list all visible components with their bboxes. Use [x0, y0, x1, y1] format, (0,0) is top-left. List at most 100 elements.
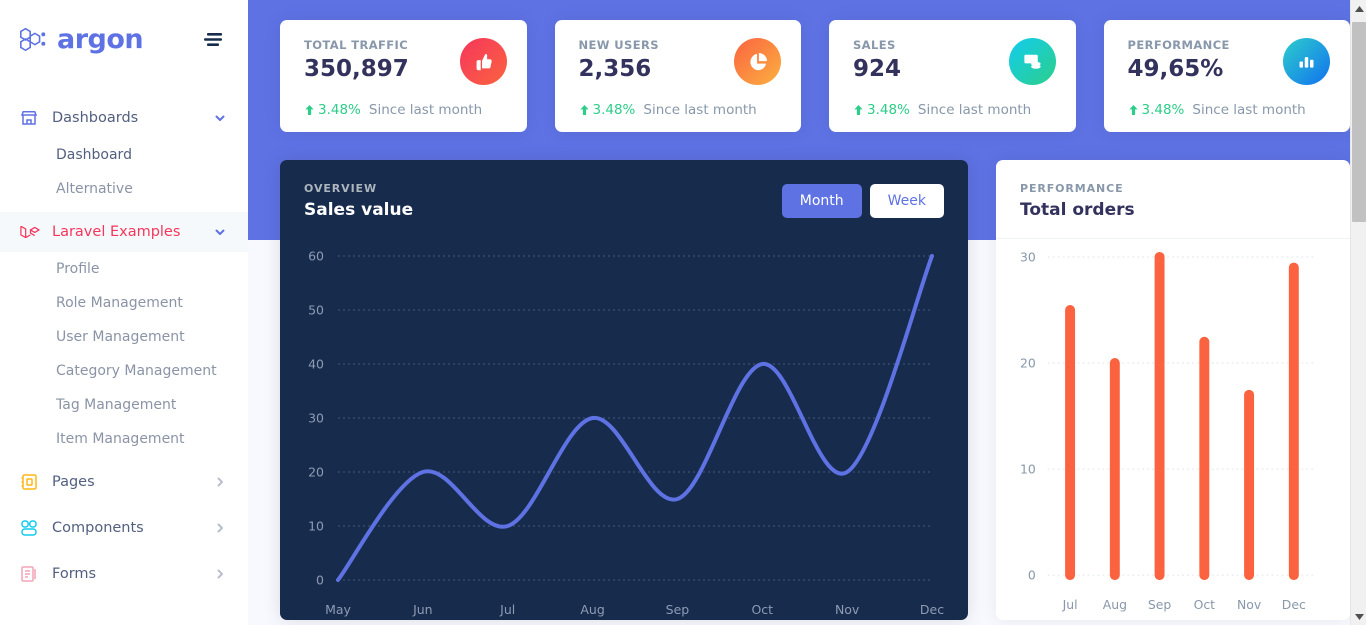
orders-card-heading: PERFORMANCE Total orders: [1020, 182, 1135, 220]
stat-card-total-traffic: TOTAL TRAFFIC 350,897 3.48% Since last m…: [280, 20, 527, 132]
scrollbar-thumb[interactable]: [1352, 22, 1366, 222]
stat-card-footer: 3.48% Since last month: [304, 102, 507, 118]
dashboard-page: argon Dashboards Dashboard Alternative L…: [0, 0, 1366, 625]
stat-card-period: Since last month: [917, 102, 1032, 118]
arrow-up-icon: [854, 105, 863, 115]
chart-card-row: OVERVIEW Sales value Month Week 0 10 20 30 4…: [280, 160, 1350, 620]
svg-text:Jul: Jul: [1062, 597, 1078, 612]
stat-card-delta: 3.48%: [853, 102, 910, 118]
svg-text:Jun: Jun: [412, 602, 433, 617]
arrow-up-icon: [305, 105, 314, 115]
stat-card-period: Since last month: [1192, 102, 1306, 118]
stat-card-delta-value: 3.48%: [867, 102, 910, 118]
svg-text:Oct: Oct: [751, 602, 773, 617]
stat-card-text: TOTAL TRAFFIC 350,897: [304, 38, 409, 82]
week-toggle-button[interactable]: Week: [869, 184, 944, 218]
chevron-right-icon[interactable]: [214, 476, 226, 488]
month-toggle-button[interactable]: Month: [781, 184, 862, 218]
bar-chart-icon: [1283, 38, 1330, 85]
content-wrapper: TOTAL TRAFFIC 350,897 3.48% Since last m…: [248, 0, 1366, 620]
sidebar-subitem-tag-management[interactable]: Tag Management: [0, 388, 248, 422]
stat-card-delta-value: 3.48%: [1141, 102, 1185, 118]
chevron-right-icon[interactable]: [214, 568, 226, 580]
arrow-up-icon: [1128, 105, 1138, 115]
scroll-up-arrow-icon[interactable]: [1351, 0, 1366, 17]
sidebar-subitem-label: Profile: [56, 261, 100, 277]
stat-card-performance: PERFORMANCE 49,65% 3.48% Since last mont…: [1103, 20, 1350, 132]
brand-name: argon: [57, 23, 144, 55]
stat-card-delta-value: 3.48%: [318, 102, 361, 118]
sidebar-subitem-alternative[interactable]: Alternative: [0, 172, 248, 206]
svg-text:Dec: Dec: [1282, 597, 1306, 612]
svg-text:0: 0: [1028, 568, 1036, 583]
orders-card-header: PERFORMANCE Total orders: [996, 160, 1350, 238]
stat-card-title: PERFORMANCE: [1127, 38, 1230, 52]
svg-text:40: 40: [308, 357, 324, 372]
sidebar-item-components[interactable]: Components: [0, 508, 248, 548]
total-orders-bar-chart[interactable]: 0 10 20 30 Jul Aug Sep Oct Nov Dec: [996, 238, 1350, 620]
chevron-right-icon[interactable]: [214, 522, 226, 534]
brand-logo[interactable]: argon: [18, 23, 144, 55]
sidebar-item-pages[interactable]: Pages: [0, 462, 248, 502]
sales-card-heading: OVERVIEW Sales value: [304, 182, 413, 220]
svg-text:10: 10: [308, 519, 324, 534]
period-toggle-group: Month Week: [781, 184, 944, 218]
sales-line-chart[interactable]: 0 10 20 30 40 50 60 May Jun Jul Aug Sep Oct Nov Dec: [280, 238, 968, 620]
scroll-down-arrow-icon[interactable]: [1351, 608, 1366, 625]
sidebar-subitem-item-management[interactable]: Item Management: [0, 422, 248, 456]
total-orders-card: PERFORMANCE Total orders 0 10 20 30 Jul Aug Se…: [996, 160, 1350, 620]
svg-text:20: 20: [1020, 355, 1036, 370]
stat-card-top: NEW USERS 2,356: [578, 38, 781, 85]
money-coins-icon: [1008, 38, 1056, 85]
hamburger-icon[interactable]: [204, 30, 226, 48]
stat-card-title: SALES: [853, 38, 896, 52]
stat-card-delta-value: 3.48%: [592, 102, 636, 118]
sidebar-item-label: Components: [52, 520, 144, 536]
sidebar-subitem-label: Dashboard: [56, 147, 132, 163]
svg-text:Aug: Aug: [580, 602, 604, 617]
sidebar-subitem-label: Role Management: [56, 295, 183, 311]
svg-text:30: 30: [1020, 249, 1036, 264]
hexagon-cluster-icon: [20, 27, 46, 52]
svg-text:Sep: Sep: [666, 602, 690, 617]
sidebar-item-label: Dashboards: [52, 110, 139, 126]
stat-card-period: Since last month: [368, 102, 483, 118]
stat-card-value: 49,65%: [1127, 56, 1224, 82]
stat-card-title: TOTAL TRAFFIC: [304, 38, 409, 52]
svg-text:Nov: Nov: [1237, 597, 1261, 612]
chevron-down-icon[interactable]: [214, 226, 226, 238]
sidebar: argon Dashboards Dashboard Alternative L…: [0, 0, 248, 625]
page-scrollbar[interactable]: [1350, 0, 1366, 625]
sidebar-subitem-user-management[interactable]: User Management: [0, 320, 248, 354]
sidebar-subitem-label: Category Management: [56, 363, 217, 379]
stat-card-footer: 3.48% Since last month: [853, 102, 1056, 118]
svg-text:Sep: Sep: [1148, 597, 1172, 612]
pie-chart-icon: [734, 38, 781, 85]
svg-text:0: 0: [316, 573, 324, 588]
sales-card-header: OVERVIEW Sales value Month Week: [280, 160, 968, 238]
sidebar-brand-row: argon: [0, 0, 248, 78]
stat-card-delta: 3.48%: [304, 102, 361, 118]
chevron-down-icon[interactable]: [214, 112, 226, 124]
stat-card-new-users: NEW USERS 2,356 3.48% Since last month: [554, 20, 801, 132]
stat-card-value: 2,356: [578, 56, 652, 82]
sidebar-subitem-category-management[interactable]: Category Management: [0, 354, 248, 388]
svg-text:Aug: Aug: [1103, 597, 1127, 612]
stat-card-delta: 3.48%: [579, 102, 636, 118]
sidebar-item-label: Pages: [52, 474, 95, 490]
stat-card-footer: 3.48% Since last month: [579, 102, 782, 118]
store-icon: [18, 107, 40, 129]
stat-card-title: NEW USERS: [578, 38, 659, 52]
stat-card-row: TOTAL TRAFFIC 350,897 3.48% Since last m…: [280, 20, 1350, 132]
sidebar-subitem-role-management[interactable]: Role Management: [0, 286, 248, 320]
sidebar-item-dashboards[interactable]: Dashboards: [0, 98, 248, 138]
sidebar-subitem-label: User Management: [56, 329, 185, 345]
stat-card-sales: SALES 924 3.48% Since last month: [829, 20, 1076, 132]
sidebar-subitem-profile[interactable]: Profile: [0, 252, 248, 286]
sidebar-item-forms[interactable]: Forms: [0, 554, 248, 594]
svg-text:Jul: Jul: [499, 602, 515, 617]
svg-text:May: May: [325, 602, 351, 617]
forms-icon: [18, 563, 40, 585]
sidebar-item-laravel-examples[interactable]: Laravel Examples: [0, 212, 248, 252]
sidebar-subitem-dashboard[interactable]: Dashboard: [0, 138, 248, 172]
